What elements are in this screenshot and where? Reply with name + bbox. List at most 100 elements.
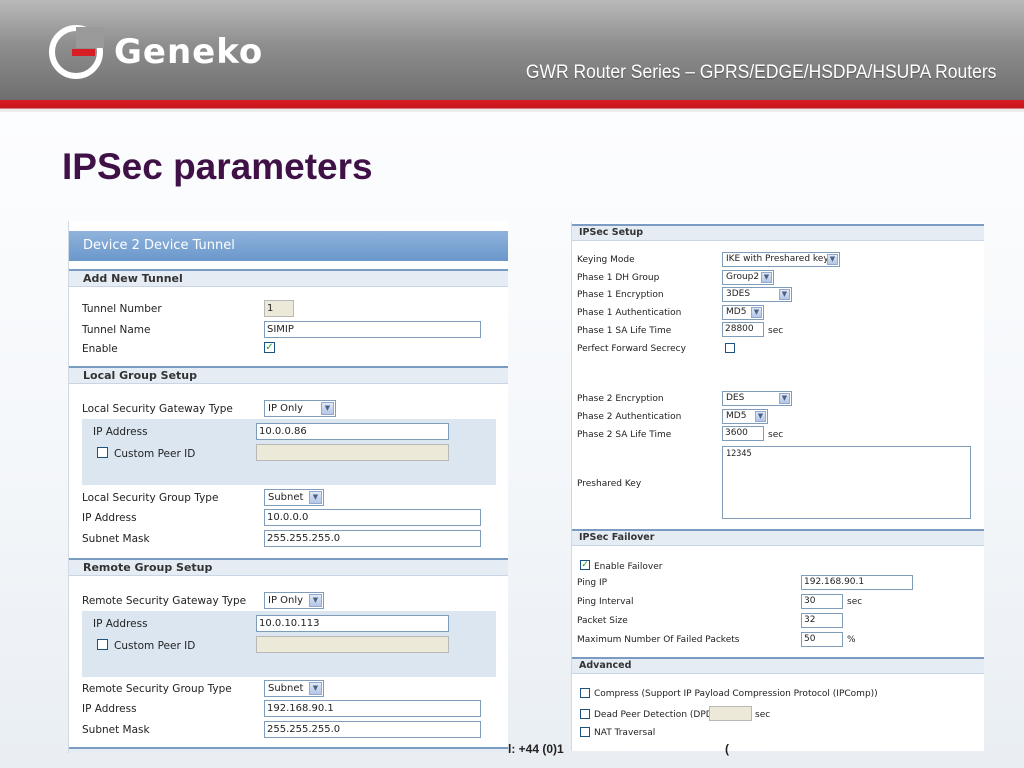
phase1-encryption-select[interactable]: 3DES ▼ <box>722 287 792 302</box>
dpd-field[interactable] <box>709 706 752 721</box>
max-failed-field[interactable]: 50 <box>801 632 843 647</box>
footer-fragment-text: ( <box>725 742 729 756</box>
local-custom-peer-field[interactable] <box>256 444 449 461</box>
keying-mode-label: Keying Mode <box>577 255 635 265</box>
remote-custom-peer-label: Custom Peer ID <box>114 640 196 652</box>
enable-failover-checkbox[interactable]: ✓ <box>580 560 590 570</box>
phase1-encryption-value: 3DES <box>726 289 751 299</box>
header-accent-bar <box>0 100 1024 112</box>
preshared-key-field[interactable]: 12345 <box>722 446 971 519</box>
phase1-life-field[interactable]: 28800 <box>722 322 764 337</box>
phase1-auth-value: MD5 <box>726 307 747 317</box>
phase2-encryption-label: Phase 2 Encryption <box>577 394 664 404</box>
geneko-logo-icon <box>49 25 104 79</box>
footer-phone-text: l: +44 (0)1 <box>508 742 564 756</box>
tunnel-name-field[interactable]: SIMIP <box>264 321 481 338</box>
remote-gateway-type-select[interactable]: IP Only ▼ <box>264 592 324 609</box>
chevron-down-icon: ▼ <box>309 594 322 607</box>
tunnel-number-label: Tunnel Number <box>82 303 162 315</box>
remote-group-type-select[interactable]: Subnet ▼ <box>264 680 324 697</box>
phase1-encryption-label: Phase 1 Encryption <box>577 290 664 300</box>
ping-ip-label: Ping IP <box>577 578 608 588</box>
local-group-ip-label: IP Address <box>82 512 137 524</box>
remote-group-type-value: Subnet <box>268 683 304 694</box>
remote-ip-field[interactable]: 10.0.10.113 <box>256 615 449 632</box>
local-group-setup-header: Local Group Setup <box>69 366 508 384</box>
remote-gateway-type-value: IP Only <box>268 595 304 606</box>
chevron-down-icon: ▼ <box>779 289 790 300</box>
enable-checkbox[interactable]: ✓ <box>264 342 275 353</box>
remote-ip-label: IP Address <box>93 618 148 630</box>
keying-mode-value: IKE with Preshared key <box>726 254 829 264</box>
local-group-type-select[interactable]: Subnet ▼ <box>264 489 324 506</box>
phase1-life-unit: sec <box>768 326 784 336</box>
ping-interval-field[interactable]: 30 <box>801 594 843 609</box>
phase1-life-label: Phase 1 SA Life Time <box>577 326 672 336</box>
check-mark-icon: ✓ <box>581 560 589 570</box>
ping-interval-label: Ping Interval <box>577 597 634 607</box>
local-gateway-type-value: IP Only <box>268 403 304 414</box>
phase2-encryption-value: DES <box>726 393 745 403</box>
local-group-type-label: Local Security Group Type <box>82 492 219 504</box>
enable-failover-label: Enable Failover <box>594 562 663 572</box>
remote-group-ip-label: IP Address <box>82 703 137 715</box>
phase1-dh-label: Phase 1 DH Group <box>577 273 660 283</box>
phase2-auth-select[interactable]: MD5 ▼ <box>722 409 768 424</box>
nat-traversal-label: NAT Traversal <box>594 728 656 738</box>
local-group-type-value: Subnet <box>268 492 304 503</box>
chevron-down-icon: ▼ <box>761 272 772 283</box>
chevron-down-icon: ▼ <box>827 254 838 265</box>
geneko-logo: Geneko <box>48 24 262 80</box>
remote-subnet-mask-label: Subnet Mask <box>82 724 150 736</box>
ipsec-setup-panel: IPSec Setup Keying Mode IKE with Preshar… <box>571 222 984 751</box>
phase2-auth-label: Phase 2 Authentication <box>577 412 682 422</box>
local-ip-label: IP Address <box>93 426 148 438</box>
phase1-auth-select[interactable]: MD5 ▼ <box>722 305 764 320</box>
chevron-down-icon: ▼ <box>309 682 322 695</box>
brand-name: Geneko <box>114 32 264 72</box>
chevron-down-icon: ▼ <box>755 411 766 422</box>
packet-size-field[interactable]: 32 <box>801 613 843 628</box>
remote-group-setup-header: Remote Group Setup <box>69 558 508 576</box>
slide-header: Geneko GWR Router Series – GPRS/EDGE/HSD… <box>0 0 1024 100</box>
page-title: IPSec parameters <box>62 146 373 187</box>
check-mark-icon: ✓ <box>265 342 274 353</box>
max-failed-unit: % <box>847 635 856 645</box>
dpd-label: Dead Peer Detection (DPD) <box>594 710 717 720</box>
phase2-encryption-select[interactable]: DES ▼ <box>722 391 792 406</box>
add-new-tunnel-header: Add New Tunnel <box>69 269 508 287</box>
phase2-auth-value: MD5 <box>726 411 747 421</box>
enable-label: Enable <box>82 343 118 355</box>
ping-ip-field[interactable]: 192.168.90.1 <box>801 575 913 590</box>
keying-mode-select[interactable]: IKE with Preshared key ▼ <box>722 252 840 267</box>
remote-subnet-mask-field[interactable]: 255.255.255.0 <box>264 721 481 738</box>
preshared-key-label: Preshared Key <box>577 479 642 489</box>
remote-custom-peer-field[interactable] <box>256 636 449 653</box>
packet-size-label: Packet Size <box>577 616 628 626</box>
local-ip-field[interactable]: 10.0.0.86 <box>256 423 449 440</box>
local-subnet-mask-label: Subnet Mask <box>82 533 150 545</box>
tunnel-number-field[interactable]: 1 <box>264 300 294 317</box>
remote-custom-peer-checkbox[interactable] <box>97 639 108 650</box>
local-gateway-type-select[interactable]: IP Only ▼ <box>264 400 336 417</box>
dpd-unit: sec <box>755 710 771 720</box>
compress-label: Compress (Support IP Payload Compression… <box>594 689 878 699</box>
pfs-label: Perfect Forward Secrecy <box>577 344 686 354</box>
chevron-down-icon: ▼ <box>309 491 322 504</box>
local-custom-peer-label: Custom Peer ID <box>114 448 196 460</box>
remote-group-ip-field[interactable]: 192.168.90.1 <box>264 700 481 717</box>
ipsec-setup-header: IPSec Setup <box>572 224 984 241</box>
phase2-life-field[interactable]: 3600 <box>722 426 764 441</box>
local-group-ip-field[interactable]: 10.0.0.0 <box>264 509 481 526</box>
dpd-checkbox[interactable] <box>580 709 590 719</box>
phase1-dh-select[interactable]: Group2 ▼ <box>722 270 774 285</box>
local-subnet-mask-field[interactable]: 255.255.255.0 <box>264 530 481 547</box>
nat-traversal-checkbox[interactable] <box>580 727 590 737</box>
pfs-checkbox[interactable] <box>725 343 735 353</box>
local-custom-peer-checkbox[interactable] <box>97 447 108 458</box>
chevron-down-icon: ▼ <box>779 393 790 404</box>
chevron-down-icon: ▼ <box>321 402 334 415</box>
chevron-down-icon: ▼ <box>751 307 762 318</box>
compress-checkbox[interactable] <box>580 688 590 698</box>
remote-group-type-label: Remote Security Group Type <box>82 683 232 695</box>
